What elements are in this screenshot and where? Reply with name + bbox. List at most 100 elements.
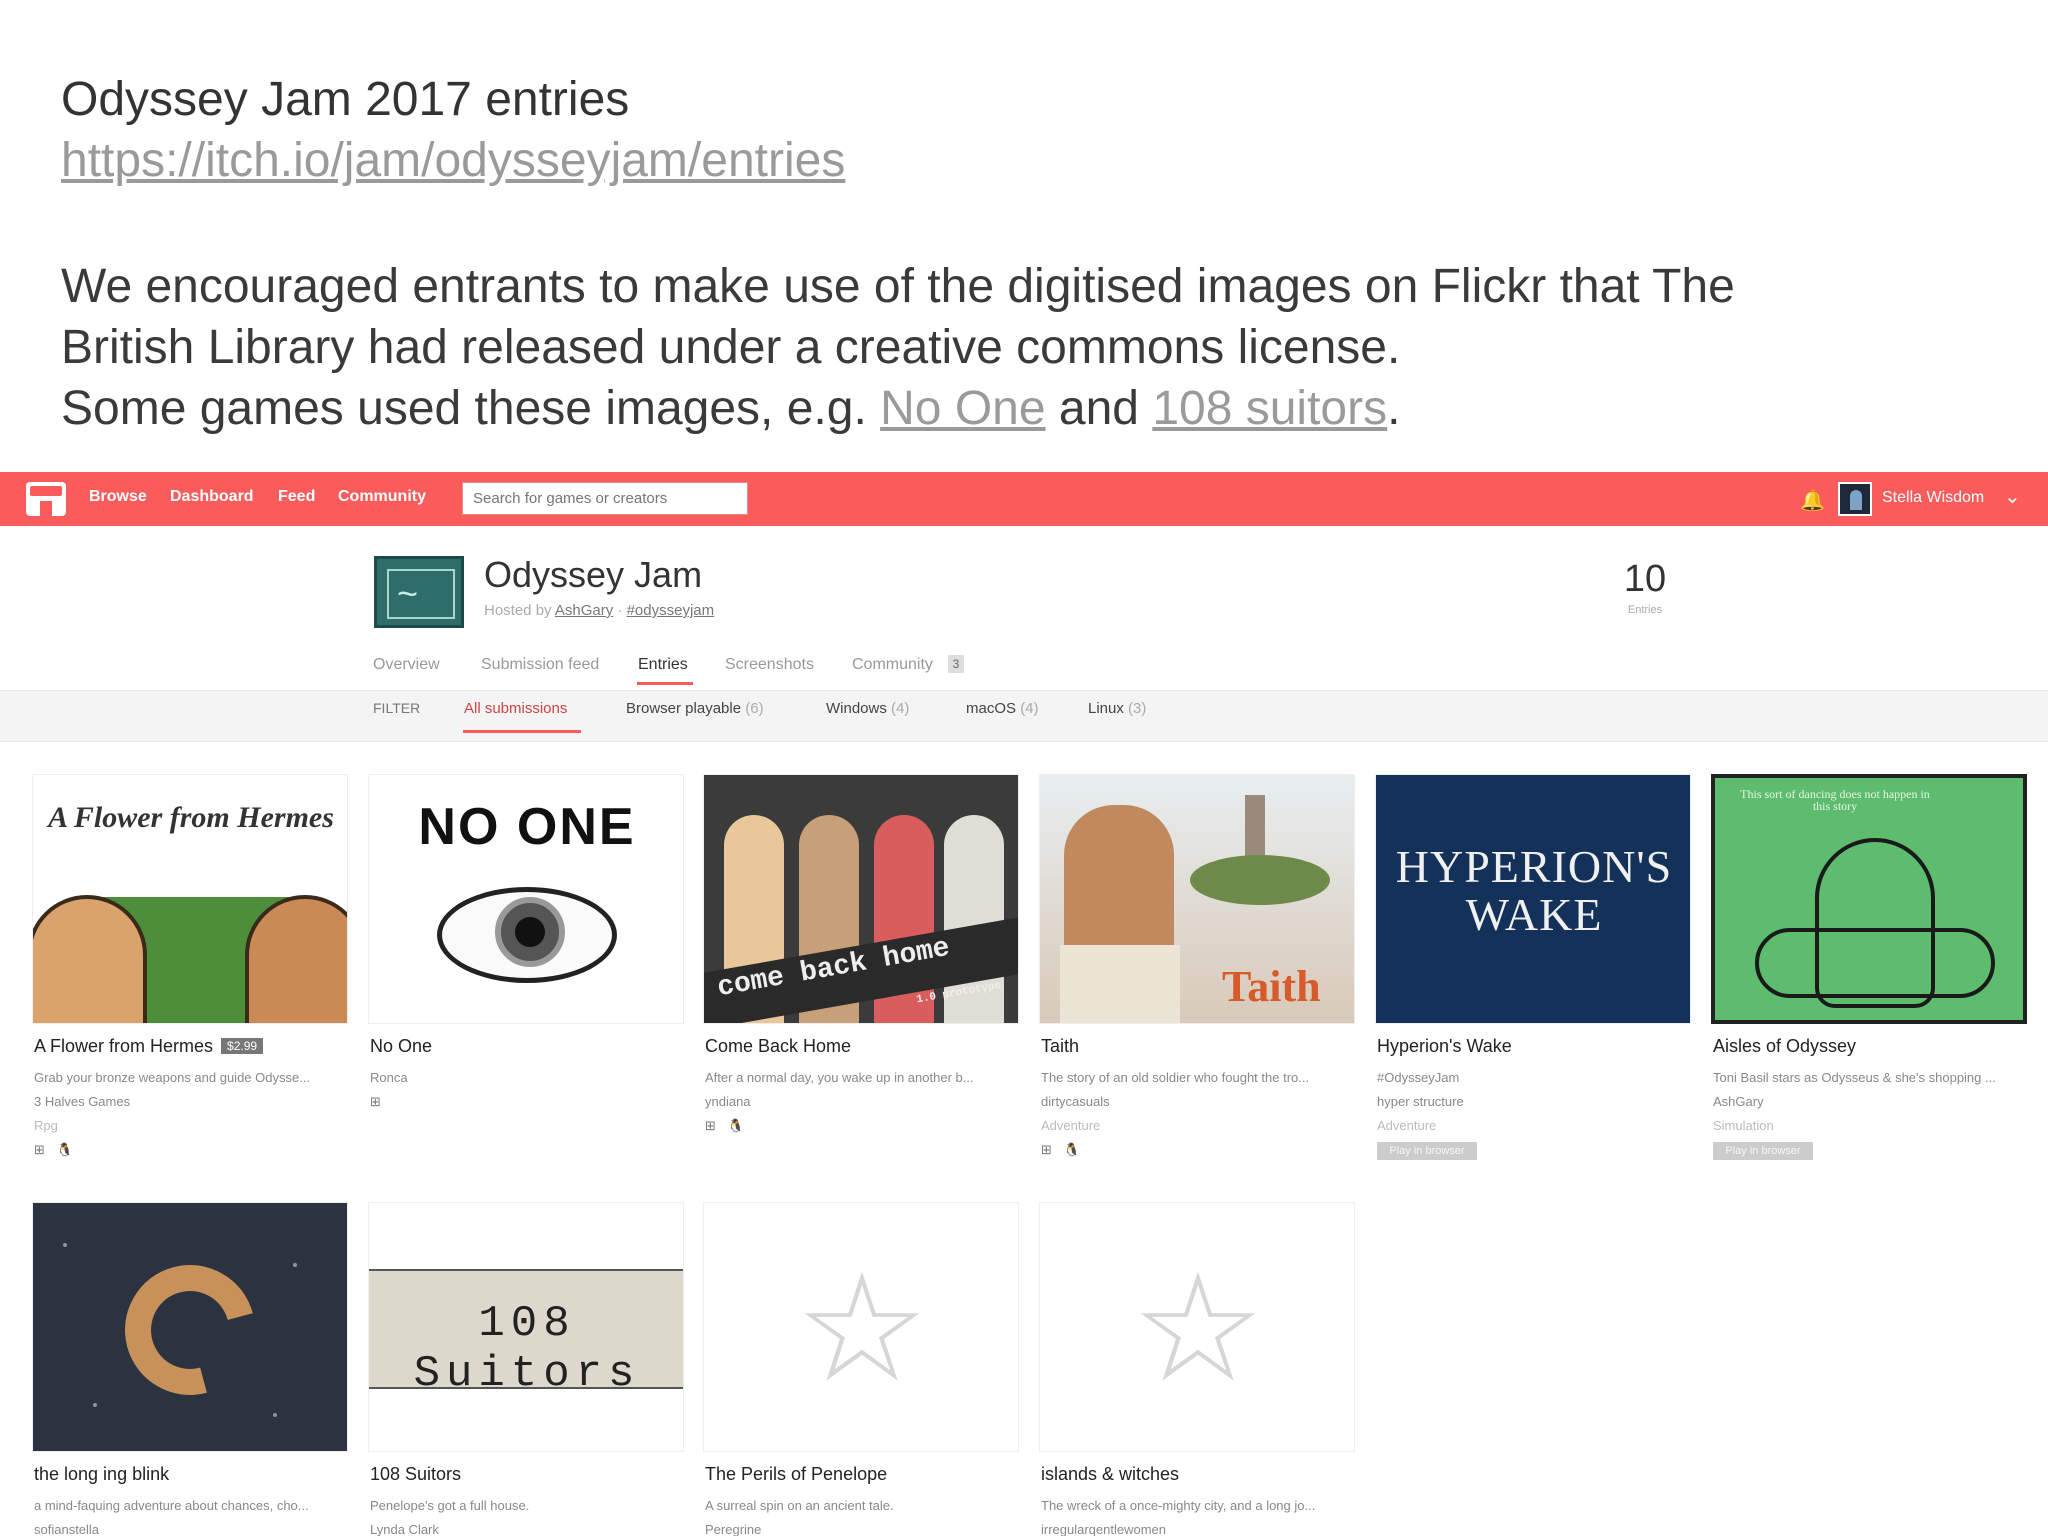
jam-title: Odyssey Jam xyxy=(484,554,703,595)
game-title[interactable]: A Flower from Hermes $2.99 xyxy=(34,1036,264,1057)
examples-suffix: . xyxy=(1387,382,1401,435)
platform-icons: ⊞ xyxy=(370,1094,385,1109)
tab-overview[interactable]: Overview xyxy=(373,656,440,674)
hashtag-link[interactable]: #odysseyjam xyxy=(627,602,715,619)
game-title[interactable]: the long ing blink xyxy=(34,1464,169,1485)
texture-art xyxy=(293,1263,297,1267)
game-author[interactable]: Peregrine xyxy=(705,1522,761,1536)
game-thumbnail[interactable]: ☆ xyxy=(1039,1202,1355,1452)
chevron-down-icon[interactable]: ⌄ xyxy=(2004,484,2021,509)
game-title[interactable]: Aisles of Odyssey xyxy=(1713,1036,1856,1057)
entries-count-label: Entries xyxy=(1627,604,1663,616)
examples-prefix: Some games used these images, e.g. xyxy=(61,382,881,435)
game-author[interactable]: hyper structure xyxy=(1377,1094,1464,1109)
eye-art xyxy=(515,917,545,947)
jam-thumbnail xyxy=(374,556,464,628)
game-title[interactable]: Hyperion's Wake xyxy=(1377,1036,1512,1057)
avatar[interactable] xyxy=(1838,482,1872,516)
tab-entries[interactable]: Entries xyxy=(638,656,688,674)
jam-host-line: Hosted by AshGary · #odysseyjam xyxy=(484,602,714,619)
filter-windows[interactable]: Windows (4) xyxy=(826,700,909,717)
game-title[interactable]: No One xyxy=(370,1036,432,1057)
game-thumbnail[interactable]: ☆ xyxy=(703,1202,1019,1452)
game-description: The wreck of a once-mighty city, and a l… xyxy=(1041,1498,1316,1513)
island-art xyxy=(1190,855,1330,905)
game-author[interactable]: AshGary xyxy=(1713,1094,1764,1109)
top-nav-bar: Browse Dashboard Feed Community 🔔 Stella… xyxy=(0,472,2048,526)
game-description: #OdysseyJam xyxy=(1377,1070,1460,1085)
filter-browser-playable[interactable]: Browser playable (6) xyxy=(626,700,764,717)
tab-community[interactable]: Community xyxy=(852,656,933,674)
game-thumbnail[interactable]: Taith xyxy=(1039,774,1355,1024)
game-author[interactable]: yndiana xyxy=(705,1094,751,1109)
game-title[interactable]: Come Back Home xyxy=(705,1036,851,1057)
filter-count: (4) xyxy=(891,700,910,717)
108-suitors-link[interactable]: 108 suitors xyxy=(1152,382,1387,435)
community-count-badge: 3 xyxy=(948,655,964,673)
no-one-link[interactable]: No One xyxy=(880,382,1045,435)
host-separator: · xyxy=(613,602,627,619)
filter-macos[interactable]: macOS (4) xyxy=(966,700,1039,717)
game-thumbnail[interactable]: A Flower from Hermes xyxy=(32,774,348,1024)
slide-paragraph-line: We encouraged entrants to make use of th… xyxy=(61,260,1735,313)
tab-screenshots[interactable]: Screenshots xyxy=(725,656,814,674)
thumbnail-caption-art: This sort of dancing does not happen in … xyxy=(1740,787,1930,813)
slide-title: Odyssey Jam 2017 entries xyxy=(61,73,630,126)
filter-label-text: Linux xyxy=(1088,700,1124,717)
play-in-browser-badge: Play in browser xyxy=(1713,1142,1813,1160)
nav-feed[interactable]: Feed xyxy=(278,488,315,506)
platform-icons: ⊞ 🐧 xyxy=(705,1118,748,1133)
game-thumbnail[interactable]: HYPERION'S WAKE xyxy=(1375,774,1691,1024)
filter-label-text: macOS xyxy=(966,700,1017,717)
filter-all-submissions[interactable]: All submissions xyxy=(464,700,567,717)
game-thumbnail[interactable]: NO ONE xyxy=(368,774,684,1024)
game-title[interactable]: The Perils of Penelope xyxy=(705,1464,887,1485)
filter-linux[interactable]: Linux (3) xyxy=(1088,700,1146,717)
game-thumbnail[interactable]: 108 Suitors xyxy=(368,1202,684,1452)
host-link[interactable]: AshGary xyxy=(555,602,613,619)
thumbnail-title-art: 108 Suitors xyxy=(413,1299,641,1399)
slide-paragraph-examples: Some games used these images, e.g. No On… xyxy=(61,379,1400,439)
game-author[interactable]: 3 Halves Games xyxy=(34,1094,130,1109)
game-title[interactable]: 108 Suitors xyxy=(370,1464,461,1485)
bell-icon[interactable]: 🔔 xyxy=(1800,488,1825,513)
filter-label-text: Windows xyxy=(826,700,887,717)
game-thumbnail[interactable]: come back home 1.0 prototype xyxy=(703,774,1019,1024)
thumbnail-art xyxy=(245,895,347,1023)
ring-art xyxy=(101,1241,279,1419)
game-title[interactable]: Taith xyxy=(1041,1036,1079,1057)
search-input[interactable] xyxy=(462,482,748,515)
game-author[interactable]: sofianstella xyxy=(34,1522,99,1536)
filter-label-text: Browser playable xyxy=(626,700,742,717)
star-icon: ☆ xyxy=(794,1244,930,1412)
play-in-browser-badge: Play in browser xyxy=(1377,1142,1477,1160)
texture-art xyxy=(63,1243,67,1247)
entries-link[interactable]: https://itch.io/jam/odysseyjam/entries xyxy=(61,133,845,189)
examples-mid: and xyxy=(1045,382,1153,435)
game-description: Grab your bronze weapons and guide Odyss… xyxy=(34,1070,311,1085)
game-title[interactable]: islands & witches xyxy=(1041,1464,1179,1485)
game-thumbnail[interactable] xyxy=(32,1202,348,1452)
game-author[interactable]: Ronca xyxy=(370,1070,686,1085)
figure-art xyxy=(1755,928,1995,998)
nav-dashboard[interactable]: Dashboard xyxy=(170,488,254,506)
nav-browse[interactable]: Browse xyxy=(89,488,147,506)
nav-community[interactable]: Community xyxy=(338,488,426,506)
game-author[interactable]: Lynda Clark xyxy=(370,1522,439,1536)
thumbnail-title-art: NO ONE xyxy=(418,798,636,856)
thumbnail-art xyxy=(33,895,147,1023)
game-author[interactable]: irregularqentlewomen xyxy=(1041,1522,1166,1536)
username[interactable]: Stella Wisdom xyxy=(1882,489,1984,507)
figure-art xyxy=(1060,945,1180,1023)
game-author[interactable]: dirtycasuals xyxy=(1041,1094,1110,1109)
filter-count: (3) xyxy=(1128,700,1147,717)
game-description: Penelope's got a full house. xyxy=(370,1498,530,1513)
game-thumbnail[interactable]: This sort of dancing does not happen in … xyxy=(1711,774,2027,1024)
tab-submission-feed[interactable]: Submission feed xyxy=(481,656,599,674)
game-title-text[interactable]: A Flower from Hermes xyxy=(34,1036,213,1056)
platform-icons: ⊞ 🐧 xyxy=(34,1142,77,1157)
game-genre: Rpg xyxy=(34,1118,58,1133)
slide-paragraph-line: British Library had released under a cre… xyxy=(61,321,1401,374)
game-genre: Adventure xyxy=(1041,1118,1101,1133)
itch-logo-icon[interactable] xyxy=(26,482,66,516)
